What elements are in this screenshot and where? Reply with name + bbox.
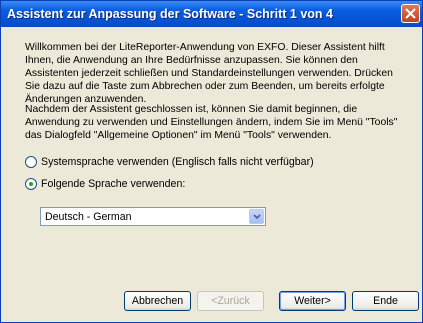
radio-button-following[interactable] xyxy=(25,178,37,190)
radio-following-language[interactable]: Folgende Sprache verwenden: xyxy=(25,178,185,190)
radio-label-following: Folgende Sprache verwenden: xyxy=(41,178,186,190)
close-icon xyxy=(405,8,416,19)
intro-paragraph-1: Willkommen bei der LiteReporter-Anwendun… xyxy=(25,42,393,105)
chevron-down-icon xyxy=(253,214,261,220)
cancel-button[interactable]: Abbrechen xyxy=(124,291,191,311)
language-select[interactable]: Deutsch - German xyxy=(40,207,266,226)
window-title: Assistent zur Anpassung der Software - S… xyxy=(7,7,333,21)
next-button[interactable]: Weiter> xyxy=(279,291,346,311)
title-bar[interactable]: Assistent zur Anpassung der Software - S… xyxy=(1,1,422,27)
wizard-window: Assistent zur Anpassung der Software - S… xyxy=(0,0,423,323)
finish-button[interactable]: Ende xyxy=(352,291,419,311)
language-select-value: Deutsch - German xyxy=(45,211,132,223)
language-select-dropdown-button[interactable] xyxy=(249,209,264,224)
radio-label-system: Systemsprache verwenden (Englisch falls … xyxy=(41,156,314,168)
close-button[interactable] xyxy=(401,4,420,23)
radio-button-system[interactable] xyxy=(25,156,37,168)
intro-paragraph-2: Nachdem der Assistent geschlossen ist, k… xyxy=(25,104,398,141)
radio-system-language[interactable]: Systemsprache verwenden (Englisch falls … xyxy=(25,156,314,168)
back-button[interactable]: <Zurück xyxy=(197,291,264,311)
